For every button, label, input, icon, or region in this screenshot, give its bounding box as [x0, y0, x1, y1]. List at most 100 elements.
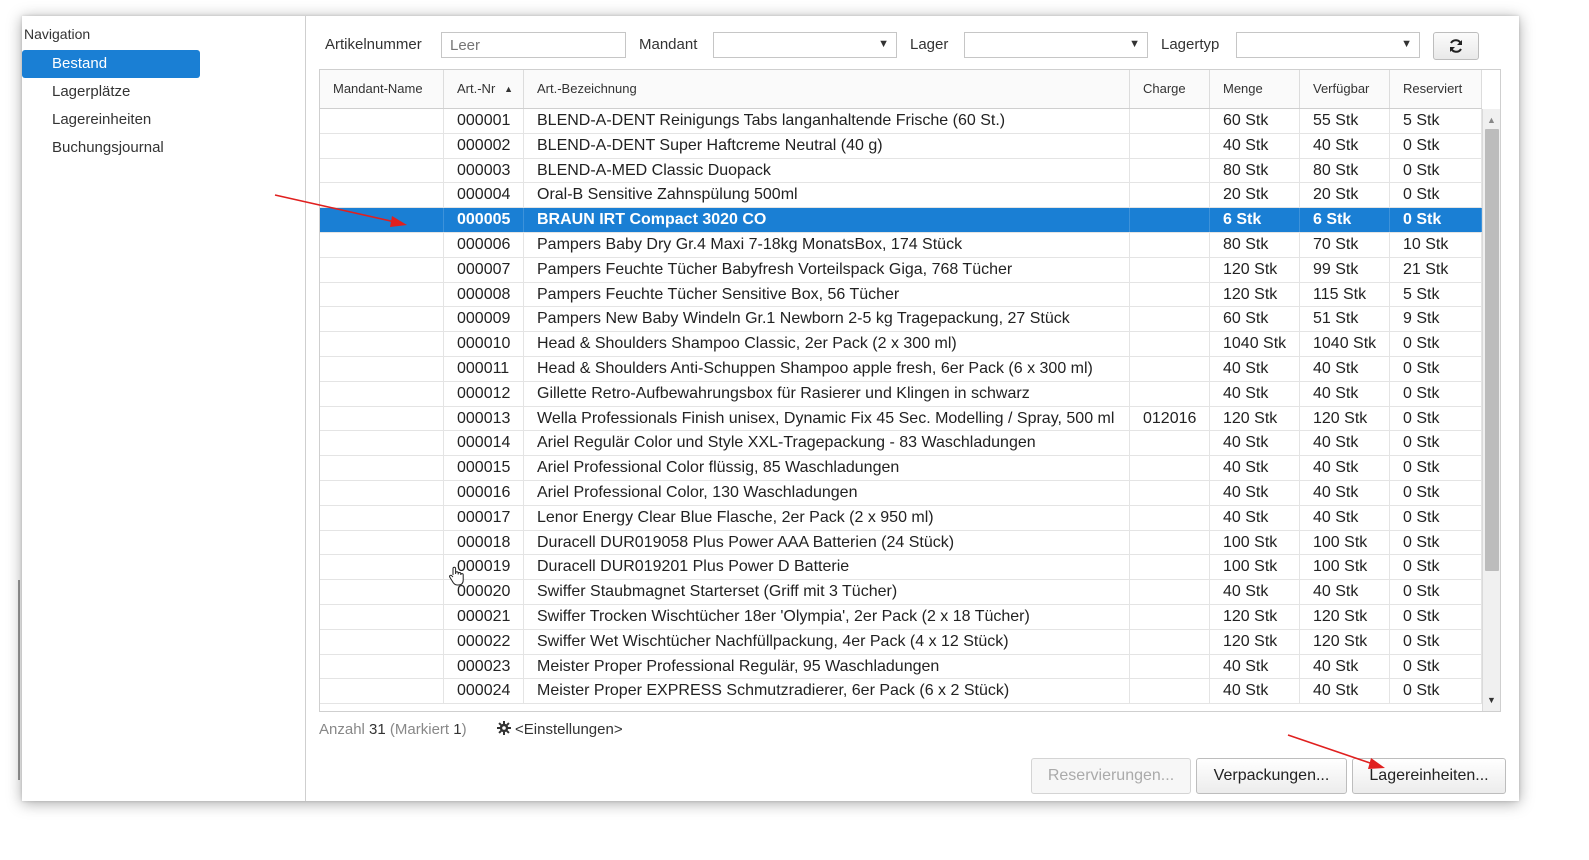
settings-link[interactable]: <Einstellungen> [497, 721, 623, 738]
table-row[interactable]: 000019 Duracell DUR019201 Plus Power D Ba… [320, 555, 1482, 581]
table-row[interactable]: 000011 Head & Shoulders Anti-Schuppen Sha… [320, 356, 1482, 382]
scroll-down-icon[interactable]: ▼ [1487, 695, 1496, 705]
table-row[interactable]: 000009 Pampers New Baby Windeln Gr.1 Newb… [320, 307, 1482, 333]
table-row[interactable]: 000008 Pampers Feuchte Tücher Sensitive B… [320, 282, 1482, 308]
chevron-down-icon: ▼ [878, 38, 889, 50]
column-header-art-nr[interactable]: Art.-Nr ▲ [444, 70, 524, 108]
cell-art-bezeichnung: Pampers Feuchte Tücher Sensitive Box, 56… [524, 282, 1130, 307]
cell-reserviert: 5 Stk [1390, 109, 1482, 133]
table-row[interactable]: 000024 Meister Proper EXPRESS Schmutzradi… [320, 679, 1482, 705]
table-row[interactable]: 000016 Ariel Professional Color, 130 Wasc… [320, 480, 1482, 506]
cell-menge: 40 Stk [1210, 431, 1300, 456]
table-row[interactable]: 000012 Gillette Retro-Aufbewahrungsbox fü… [320, 381, 1482, 407]
cell-menge: 40 Stk [1210, 356, 1300, 381]
reservierungen-button[interactable]: Reservierungen... [1031, 758, 1191, 794]
gear-icon [497, 721, 511, 735]
column-header-charge[interactable]: Charge [1130, 70, 1210, 108]
cell-art-nr: 000008 [444, 282, 524, 307]
table-row[interactable]: 000023 Meister Proper Professional Regulä… [320, 654, 1482, 680]
refresh-button[interactable] [1433, 32, 1479, 60]
cell-art-nr: 000023 [444, 654, 524, 679]
cell-charge [1130, 307, 1210, 332]
table-row[interactable]: 000014 Ariel Regulär Color und Style XXL-… [320, 431, 1482, 457]
table-row[interactable]: 000021 Swiffer Trocken Wischtücher 18er '… [320, 604, 1482, 630]
table-row[interactable]: 000001 BLEND-A-DENT Reinigungs Tabs langa… [320, 109, 1482, 134]
cell-art-nr: 000005 [444, 208, 524, 233]
cell-reserviert: 0 Stk [1390, 356, 1482, 381]
table-row[interactable]: 000018 Duracell DUR019058 Plus Power AAA … [320, 530, 1482, 556]
table-row[interactable]: 000022 Swiffer Wet Wischtücher Nachfüllpa… [320, 629, 1482, 655]
column-header-art-bezeichnung[interactable]: Art.-Bezeichnung [524, 70, 1130, 108]
cell-reserviert: 0 Stk [1390, 332, 1482, 357]
cell-reserviert: 0 Stk [1390, 456, 1482, 481]
lagertyp-select[interactable]: ▼ [1236, 32, 1420, 58]
cell-verfuegbar: 100 Stk [1300, 555, 1390, 580]
cell-art-nr: 000004 [444, 183, 524, 208]
cell-art-bezeichnung: Swiffer Wet Wischtücher Nachfüllpackung,… [524, 629, 1130, 654]
table-row[interactable]: 000006 Pampers Baby Dry Gr.4 Maxi 7-18kg … [320, 232, 1482, 258]
cell-art-bezeichnung: BLEND-A-DENT Reinigungs Tabs langanhalte… [524, 109, 1130, 133]
cell-verfuegbar: 115 Stk [1300, 282, 1390, 307]
cell-art-nr: 000022 [444, 629, 524, 654]
table-row[interactable]: 000005 BRAUN IRT Compact 3020 CO 6 Stk 6 St… [320, 208, 1482, 233]
cell-charge [1130, 208, 1210, 233]
table-row[interactable]: 000020 Swiffer Staubmagnet Starterset (Gr… [320, 580, 1482, 605]
navigation-sidebar: Navigation Bestand Lagerplätze Lagereinh… [22, 16, 306, 801]
cell-mandant-name [320, 654, 444, 679]
cell-menge: 40 Stk [1210, 505, 1300, 530]
scroll-up-icon[interactable]: ▲ [1487, 115, 1496, 125]
table-row[interactable]: 000013 Wella Professionals Finish unisex,… [320, 406, 1482, 432]
cell-reserviert: 21 Stk [1390, 257, 1482, 282]
table-scrollbar[interactable]: ▲ ▼ [1482, 109, 1500, 711]
cell-charge [1130, 109, 1210, 133]
cell-art-nr: 000007 [444, 257, 524, 282]
nav-item-buchungsjournal[interactable]: Buchungsjournal [22, 134, 200, 162]
cell-menge: 40 Stk [1210, 679, 1300, 704]
count-value: 31 [369, 721, 386, 738]
cell-mandant-name [320, 604, 444, 629]
cell-reserviert: 0 Stk [1390, 183, 1482, 208]
table-row[interactable]: 000010 Head & Shoulders Shampoo Classic, … [320, 332, 1482, 357]
column-header-reserviert[interactable]: Reserviert [1390, 70, 1482, 108]
cell-art-bezeichnung: Meister Proper EXPRESS Schmutzradierer, … [524, 679, 1130, 704]
column-header-verfuegbar[interactable]: Verfügbar [1300, 70, 1390, 108]
cell-mandant-name [320, 109, 444, 133]
nav-item-bestand[interactable]: Bestand [22, 50, 200, 78]
cell-mandant-name [320, 158, 444, 183]
cell-verfuegbar: 55 Stk [1300, 109, 1390, 133]
cell-charge [1130, 505, 1210, 530]
nav-item-lagerplaetze[interactable]: Lagerplätze [22, 78, 200, 106]
cell-charge [1130, 456, 1210, 481]
table-row[interactable]: 000015 Ariel Professional Color flüssig, … [320, 456, 1482, 481]
cell-mandant-name [320, 679, 444, 704]
cell-reserviert: 0 Stk [1390, 654, 1482, 679]
table-row[interactable]: 000003 BLEND-A-MED Classic Duopack 80 Stk 8… [320, 158, 1482, 184]
artikelnummer-label: Artikelnummer [325, 36, 422, 53]
table-row[interactable]: 000017 Lenor Energy Clear Blue Flasche, 2… [320, 505, 1482, 531]
table-row[interactable]: 000007 Pampers Feuchte Tücher Babyfresh V… [320, 257, 1482, 283]
scrollbar-thumb[interactable] [1485, 129, 1499, 571]
cell-art-bezeichnung: Wella Professionals Finish unisex, Dynam… [524, 406, 1130, 431]
cell-menge: 40 Stk [1210, 133, 1300, 158]
column-header-menge[interactable]: Menge [1210, 70, 1300, 108]
cell-menge: 40 Stk [1210, 480, 1300, 505]
lagereinheiten-button[interactable]: Lagereinheiten... [1352, 758, 1506, 794]
cell-art-nr: 000010 [444, 332, 524, 357]
cell-menge: 6 Stk [1210, 208, 1300, 233]
mandant-select[interactable]: ▼ [713, 32, 897, 58]
column-header-mandant-name[interactable]: Mandant-Name [320, 70, 444, 108]
cell-menge: 120 Stk [1210, 282, 1300, 307]
nav-item-lagereinheiten[interactable]: Lagereinheiten [22, 106, 200, 134]
cell-reserviert: 5 Stk [1390, 282, 1482, 307]
cell-verfuegbar: 6 Stk [1300, 208, 1390, 233]
cell-art-bezeichnung: Duracell DUR019201 Plus Power D Batterie [524, 555, 1130, 580]
marked-value: 1 [453, 721, 462, 738]
verpackungen-button[interactable]: Verpackungen... [1196, 758, 1347, 794]
lager-select[interactable]: ▼ [964, 32, 1148, 58]
artikelnummer-input[interactable] [441, 32, 626, 58]
table-row[interactable]: 000004 Oral-B Sensitive Zahnspülung 500ml… [320, 183, 1482, 209]
cell-mandant-name [320, 232, 444, 257]
table-row[interactable]: 000002 BLEND-A-DENT Super Haftcreme Neutr… [320, 133, 1482, 159]
cell-art-nr: 000009 [444, 307, 524, 332]
cell-art-nr: 000019 [444, 555, 524, 580]
